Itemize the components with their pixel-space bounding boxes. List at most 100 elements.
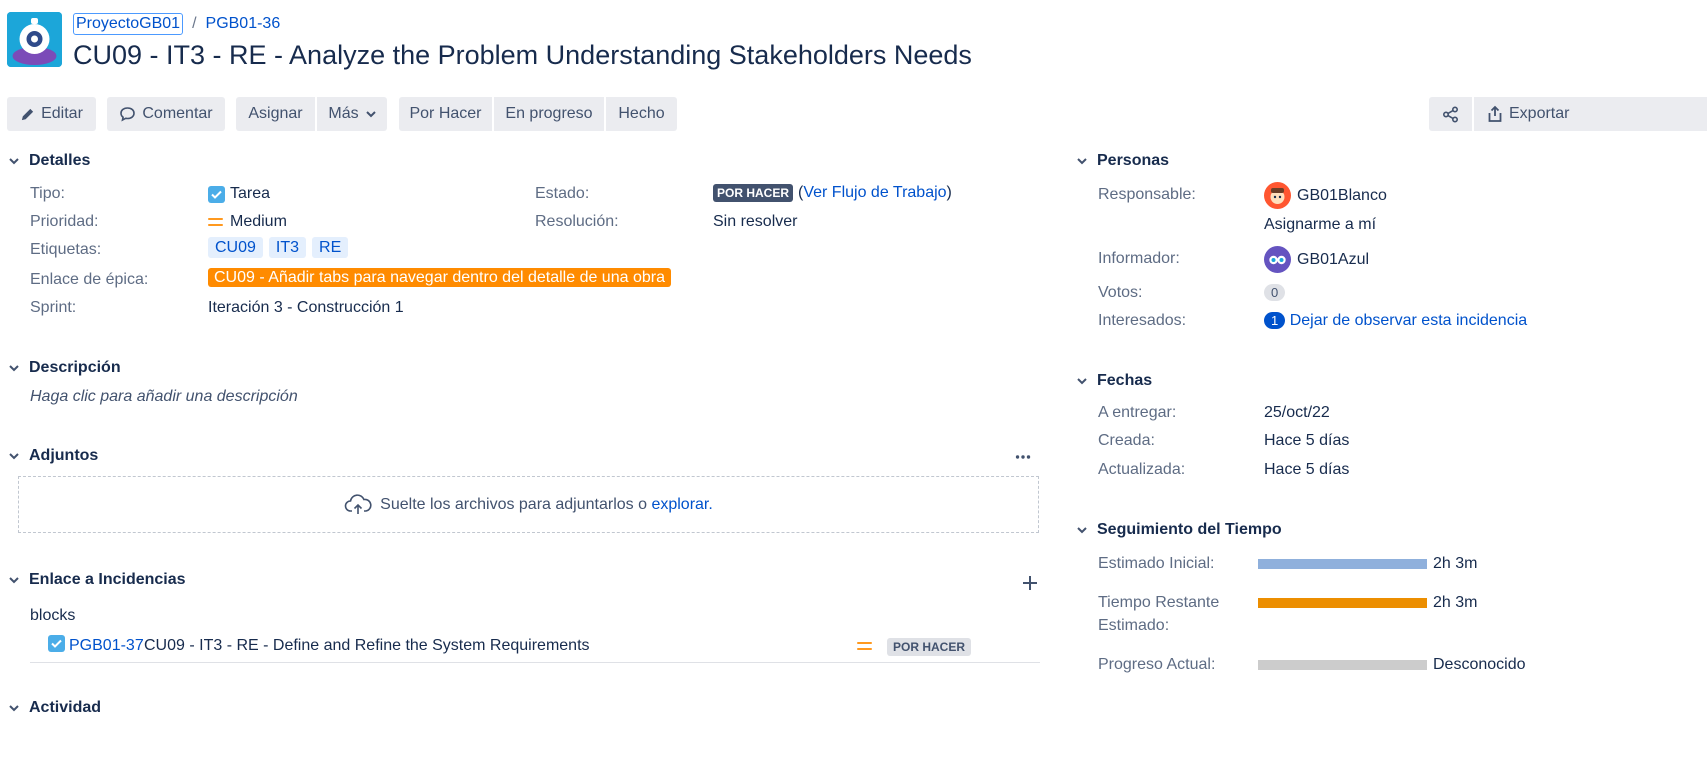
logged-time-label: Progreso Actual: [1098,656,1216,673]
votes-count-badge: 0 [1264,284,1286,301]
attachments-header: Adjuntos [29,447,99,464]
remaining-estimate-value: 2h 3m [1433,594,1478,611]
watchers-label: Interesados: [1098,312,1187,329]
remaining-estimate-label: Tiempo Restante [1098,594,1220,611]
assign-button[interactable]: Asignar [236,97,315,131]
reporter-label: Informador: [1098,250,1180,267]
logged-time-value: Desconocido [1433,656,1526,673]
resolution-label: Resolución: [535,213,619,230]
attachments-section-toggle[interactable]: Adjuntos [9,447,98,465]
linked-issue-summary[interactable]: CU09 - IT3 - RE - Define and Refine the … [144,637,590,655]
status-field: POR HACER ( Ver Flujo de Trabajo ) [713,184,952,202]
epic-link-lozenge[interactable]: CU09 - Añadir tabs para navegar dentro d… [208,268,671,287]
linked-issue-row[interactable]: PGB01-37 CU09 - IT3 - RE - Define and Re… [30,632,1040,663]
type-field[interactable]: Tarea [208,185,270,203]
sprint-label: Sprint: [30,299,77,316]
attachments-more-button[interactable] [1014,448,1032,471]
comment-button-label: Comentar [142,105,213,122]
priority-medium-icon [857,640,872,652]
votes-label: Votos: [1098,284,1143,301]
labels-label: Etiquetas: [30,241,102,258]
time-tracking-section-toggle[interactable]: Seguimiento del Tiempo [1077,521,1282,539]
description-header: Descripción [29,359,121,376]
label-tag[interactable]: RE [312,237,349,258]
assign-to-me-link[interactable]: Asignarme a mí [1264,216,1376,234]
assignee-field[interactable]: GB01Blanco [1264,182,1387,209]
transition-todo-button[interactable]: Por Hacer [399,97,492,131]
edit-button[interactable]: Editar [7,97,96,131]
votes-field[interactable]: 0 [1264,284,1286,302]
attachments-dropzone[interactable]: Suelte los archivos para adjuntarlos o e… [18,476,1039,533]
breadcrumb-issue-key-link[interactable]: PGB01-36 [206,15,281,33]
labels-list: CU09 IT3 RE [208,237,354,258]
comment-icon [119,106,136,122]
original-estimate-value: 2h 3m [1433,555,1478,572]
project-avatar[interactable] [7,12,62,67]
transition-done-button[interactable]: Hecho [606,97,677,131]
activity-header: Actividad [29,699,102,716]
original-estimate-label: Estimado Inicial: [1098,555,1215,572]
reporter-field[interactable]: GB01Azul [1264,246,1369,273]
transition-in-progress-button[interactable]: En progreso [494,97,604,131]
more-button[interactable]: Más [317,97,387,131]
logged-time-bar-track [1258,660,1427,670]
resolution-value: Sin resolver [713,213,798,230]
share-button[interactable] [1429,97,1472,131]
priority-label: Prioridad: [30,213,99,230]
chevron-down-icon [9,575,19,585]
watchers-count-badge[interactable]: 1 [1264,312,1286,329]
remaining-estimate-bar [1258,598,1427,608]
breadcrumb-separator: / [192,15,197,32]
link-relation-label: blocks [30,607,76,624]
comment-button[interactable]: Comentar [107,97,225,131]
sprint-value[interactable]: Iteración 3 - Construcción 1 [208,299,404,317]
share-icon [1442,105,1459,123]
description-section-toggle[interactable]: Descripción [9,359,121,377]
details-header: Detalles [29,152,91,169]
chevron-down-icon [1077,156,1087,166]
dropzone-text: Suelte los archivos para adjuntarlos o [380,495,647,513]
more-button-label: Más [328,105,359,122]
label-tag[interactable]: IT3 [268,237,307,258]
breadcrumb-project-link[interactable]: ProyectoGB01 [73,13,184,35]
label-tag[interactable]: CU09 [208,237,263,258]
more-horizontal-icon [1014,448,1032,466]
linked-issue-key[interactable]: PGB01-37 [69,637,144,655]
time-tracking-header: Seguimiento del Tiempo [1097,521,1282,538]
view-workflow-link[interactable]: Ver Flujo de Trabajo [803,184,946,202]
assignee-label: Responsable: [1098,186,1196,203]
description-placeholder[interactable]: Haga clic para añadir una descripción [30,388,298,406]
paren-close: ) [946,184,952,201]
stop-watching-link[interactable]: Dejar de observar esta incidencia [1290,312,1527,329]
priority-field[interactable]: Medium [208,213,287,231]
issue-links-section-toggle[interactable]: Enlace a Incidencias [9,571,186,589]
chevron-down-icon [9,363,19,373]
add-link-button[interactable] [1022,575,1038,596]
epic-link-label: Enlace de épica: [30,271,149,288]
status-lozenge: POR HACER [713,184,794,202]
browse-files-link[interactable]: explorar. [651,496,712,514]
original-estimate-bar-track [1258,559,1427,569]
chevron-down-icon [1077,376,1087,386]
chevron-down-icon [9,451,19,461]
export-button[interactable]: Exportar [1474,97,1707,131]
priority-medium-icon [208,216,223,228]
upload-cloud-icon [344,493,372,516]
created-value: Hace 5 días [1264,432,1350,449]
epic-link-field: CU09 - Añadir tabs para navegar dentro d… [208,268,671,287]
people-section-toggle[interactable]: Personas [1077,152,1169,170]
issue-title[interactable]: CU09 - IT3 - RE - Analyze the Problem Un… [73,40,972,71]
priority-value: Medium [230,213,287,230]
dates-section-toggle[interactable]: Fechas [1077,372,1152,390]
linked-issue-status: POR HACER [887,638,972,656]
transition-done-label: Hecho [618,105,665,122]
remaining-estimate-bar-track [1258,598,1427,608]
reporter-name: GB01Azul [1297,250,1370,268]
activity-section-toggle[interactable]: Actividad [9,699,101,717]
assign-button-label: Asignar [248,105,303,122]
task-type-icon [208,185,225,203]
details-section-toggle[interactable]: Detalles [9,152,90,170]
chevron-down-icon [365,110,376,118]
transition-todo-label: Por Hacer [409,105,482,122]
chevron-down-icon [1077,525,1087,535]
